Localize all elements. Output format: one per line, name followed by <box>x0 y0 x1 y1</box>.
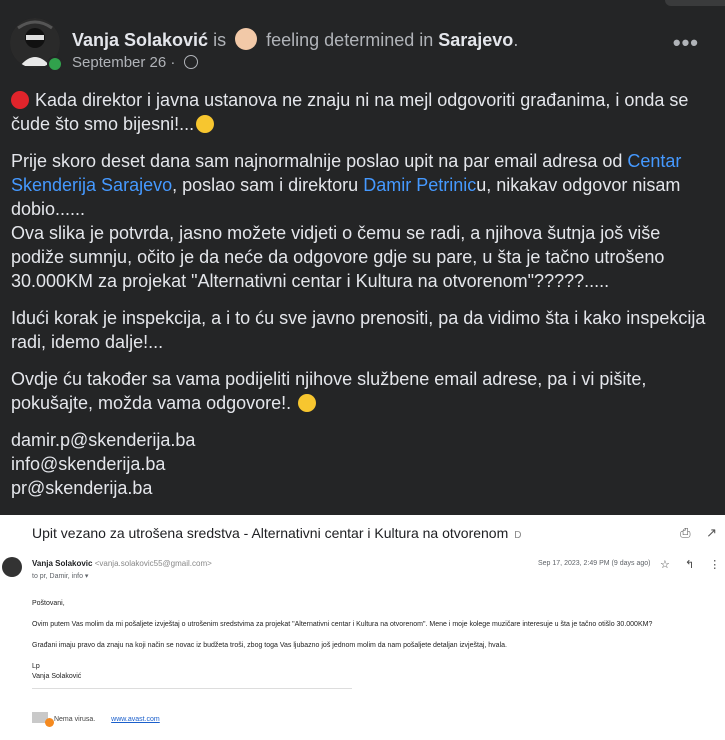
globe-icon <box>183 55 198 69</box>
paragraph-2: Prije skoro deset dana sam najnormalnije… <box>11 149 711 293</box>
online-status-dot <box>47 56 63 72</box>
paragraph-1-text: Kada direktor i javna ustanova ne znaju … <box>11 90 689 134</box>
email-line-1: Ovim putem Vas molim da mi pošaljete izv… <box>32 621 653 628</box>
email-subject: Upit vezano za utrošena sredstva - Alter… <box>32 525 521 541</box>
date-separator: · <box>170 54 176 71</box>
author-name[interactable]: Vanja Solaković <box>72 30 208 50</box>
place-suffix: . <box>513 30 519 50</box>
sender-line: Vanja Solakovic <vanja.solakovic55@gmail… <box>32 559 212 568</box>
more-options-button[interactable]: ••• <box>673 30 699 56</box>
star-icon: ☆ <box>660 559 670 571</box>
feeling-text: feeling determined in <box>266 30 434 50</box>
email-body: Poštovani, Ovim putem Vas molim da mi po… <box>32 599 722 693</box>
post-body: Kada direktor i javna ustanova ne znaju … <box>11 88 711 500</box>
avast-mail-icon <box>32 712 54 727</box>
email-address: damir.p@skenderija.ba <box>11 430 196 450</box>
avast-footer: Nema virusa. www.avast.com <box>32 712 160 727</box>
email-subject-text: Upit vezano za utrošena sredstva - Alter… <box>32 525 509 541</box>
feeling-emoji-icon <box>235 28 258 50</box>
top-corner-tab <box>665 0 725 6</box>
avast-text: Nema virusa. <box>53 716 96 723</box>
damir-petrinic-link[interactable]: Damir Petrinic <box>363 175 476 195</box>
email-date: Sep 17, 2023, 2:49 PM (9 days ago) <box>538 560 651 567</box>
paragraph-1: Kada direktor i javna ustanova ne znaju … <box>11 88 711 136</box>
paragraph-4-text: Ovdje ću također sa vama podijeliti njih… <box>11 369 647 413</box>
print-icon: ⎙ <box>680 525 691 540</box>
red-circle-icon <box>11 91 29 109</box>
avast-link: www.avast.com <box>111 716 160 723</box>
post-date[interactable]: September 26 <box>72 54 166 71</box>
menu-icon: ⋮ <box>709 559 721 571</box>
is-text: is <box>213 30 227 50</box>
paragraph-2-text-a: Prije skoro deset dana sam najnormalnije… <box>11 151 628 171</box>
email-address: info@skenderija.ba <box>11 454 166 474</box>
sender-avatar <box>2 557 22 577</box>
email-list: damir.p@skenderija.ba info@skenderija.ba… <box>11 428 711 500</box>
email-line-2: Građani imaju pravo da znaju na koji nač… <box>32 642 507 649</box>
paragraph-2-text-d: Ova slika je potvrda, jasno možete vidje… <box>11 223 665 291</box>
external-link-icon: ↗ <box>706 525 717 540</box>
paragraph-2-text-b: , poslao sam i direktoru <box>172 175 364 195</box>
sender-name: Vanja Solakovic <box>32 559 93 568</box>
email-screenshot-image[interactable]: Upit vezano za utrošena sredstva - Alter… <box>0 515 725 740</box>
sender-address: <vanja.solakovic55@gmail.com> <box>94 559 212 568</box>
email-address: pr@skenderija.ba <box>11 478 153 498</box>
post-meta: September 26 · <box>72 54 198 71</box>
label-icon: D <box>514 530 522 541</box>
email-top-icons: ⎙ ↗ <box>668 525 717 541</box>
email-divider <box>32 688 352 689</box>
paragraph-3: Idući korak je inspekcija, a i to ću sve… <box>11 308 706 352</box>
facebook-post: Vanja Solaković is feeling determined in… <box>0 0 725 515</box>
post-header: Vanja Solaković is feeling determined in… <box>72 28 518 51</box>
paragraph-4: Ovdje ću također sa vama podijeliti njih… <box>11 367 711 415</box>
signature-line-1: Lp <box>32 663 40 670</box>
grinning-face-emoji-icon <box>298 394 317 412</box>
flushed-face-emoji-icon <box>196 115 215 133</box>
email-signature: Lp Vanja Solaković <box>32 662 722 682</box>
email-row-icons: ☆ ↰ ⋮ <box>660 558 725 571</box>
signature-line-2: Vanja Solaković <box>32 673 82 680</box>
reply-icon: ↰ <box>684 559 695 571</box>
location-link[interactable]: Sarajevo <box>438 30 513 50</box>
email-greeting: Poštovani, <box>32 600 65 607</box>
recipients: to pr, Damir, info ▾ <box>32 573 89 580</box>
